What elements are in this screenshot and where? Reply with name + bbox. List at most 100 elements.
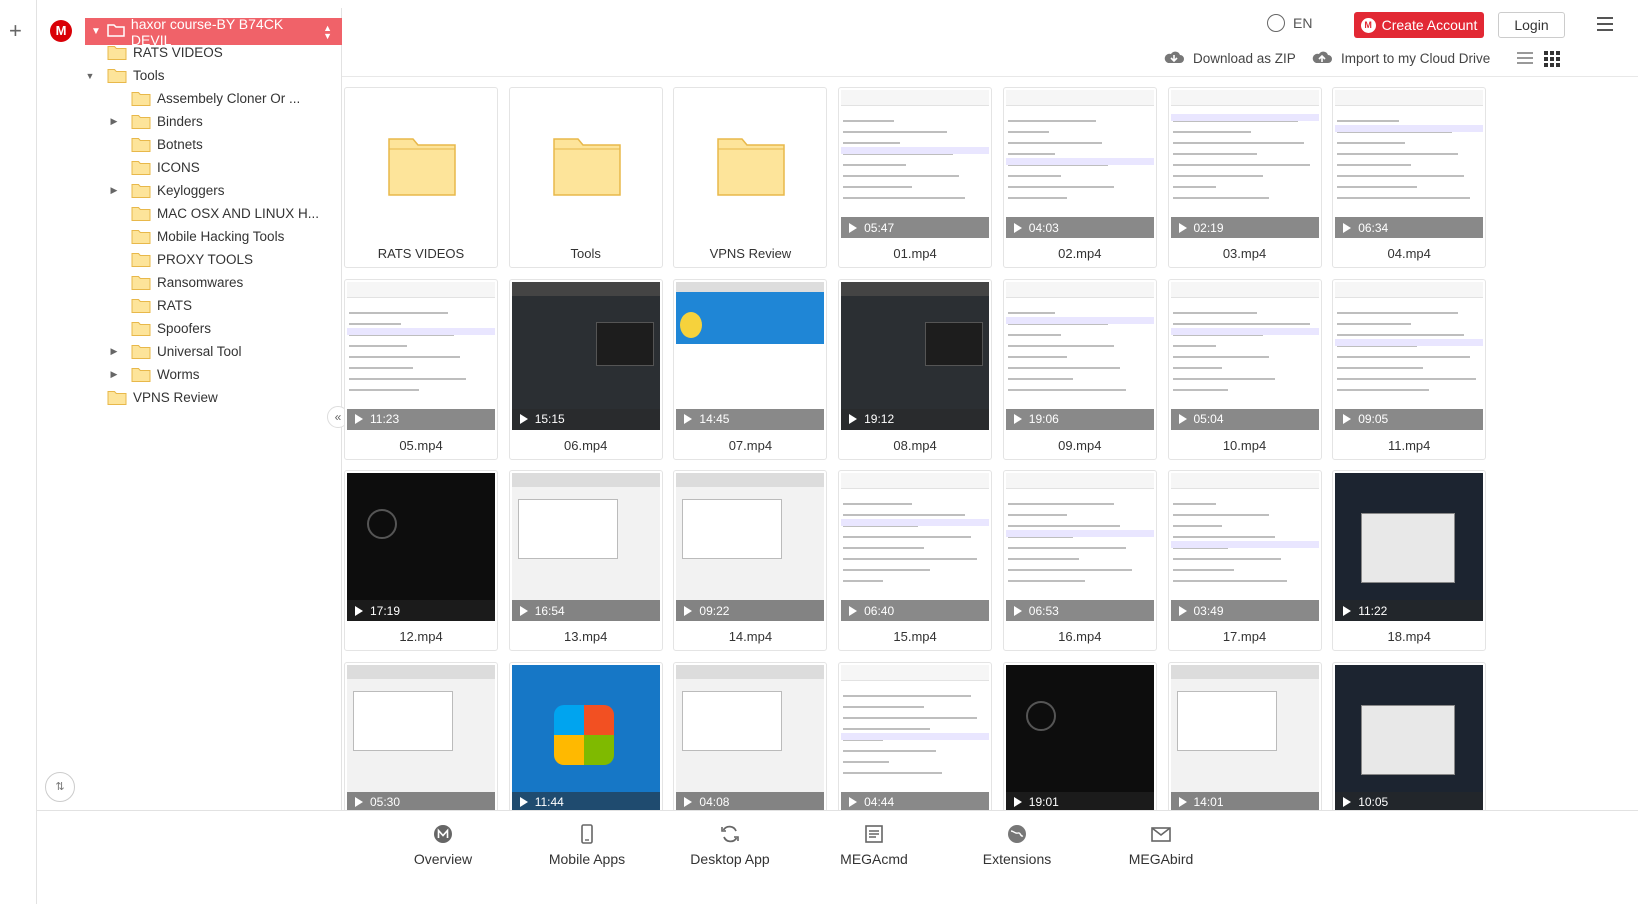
- video-card[interactable]: 17:19 12.mp4: [344, 470, 498, 651]
- mega-folder-app: + M ▼ haxor course-BY B74CK DEVIL ▲ ▼ RAT…: [0, 0, 1638, 904]
- tree-item[interactable]: RATS VIDEOS: [107, 41, 223, 64]
- sync-toggle-button[interactable]: ⇅: [45, 772, 75, 802]
- create-account-button[interactable]: M Create Account: [1354, 12, 1484, 38]
- video-card[interactable]: 04:03 02.mp4: [1002, 87, 1157, 268]
- video-card[interactable]: 10:05: [1332, 661, 1487, 810]
- video-card[interactable]: 19:12 08.mp4: [838, 278, 993, 460]
- folder-icon: [131, 229, 151, 244]
- video-card[interactable]: 09:22 14.mp4: [673, 470, 828, 651]
- video-duration: 17:19: [370, 603, 401, 618]
- folder-icon: [131, 275, 151, 290]
- tree-item[interactable]: ▶ Universal Tool: [111, 340, 242, 363]
- tree-item[interactable]: ICONS: [131, 156, 200, 179]
- bottom-nav-item[interactable]: Overview: [393, 823, 493, 867]
- menu-icon[interactable]: [1597, 17, 1613, 31]
- video-card[interactable]: 16:54 13.mp4: [508, 470, 663, 651]
- tree-item[interactable]: ▼ Tools: [86, 64, 165, 87]
- tree-item[interactable]: PROXY TOOLS: [131, 248, 253, 271]
- tree-item[interactable]: Botnets: [131, 133, 203, 156]
- item-name: 07.mp4: [728, 437, 773, 453]
- language-selector[interactable]: EN: [1267, 14, 1312, 32]
- video-card[interactable]: 19:06 09.mp4: [1002, 278, 1157, 460]
- divider: [342, 76, 1638, 77]
- video-card[interactable]: 02:19 03.mp4: [1167, 87, 1322, 268]
- tree-item-label: PROXY TOOLS: [157, 252, 254, 267]
- video-card[interactable]: 19:01: [1002, 661, 1157, 810]
- video-card[interactable]: 06:34 04.mp4: [1332, 87, 1487, 268]
- video-card[interactable]: 15:15 06.mp4: [508, 278, 663, 460]
- video-card[interactable]: 03:49 17.mp4: [1167, 470, 1322, 651]
- expand-arrow-icon[interactable]: ▼: [83, 71, 97, 81]
- mega-logo[interactable]: M: [50, 20, 72, 42]
- video-duration: 19:12: [864, 412, 895, 426]
- bottom-nav-item[interactable]: MEGAcmd: [824, 823, 924, 867]
- folder-icon: [552, 133, 622, 202]
- video-duration-bar: 11:44: [511, 791, 660, 810]
- tree-item[interactable]: Mobile Hacking Tools: [131, 225, 284, 248]
- tree-item[interactable]: ▶ Worms: [111, 363, 200, 386]
- video-duration: 14:45: [699, 412, 730, 426]
- expand-caret-icon[interactable]: ▼: [91, 26, 101, 37]
- language-label: EN: [1293, 15, 1313, 31]
- expand-arrow-icon[interactable]: ▶: [107, 116, 121, 127]
- import-cloud-button[interactable]: Import to my Cloud Drive: [1312, 50, 1490, 66]
- bottom-nav-item[interactable]: Extensions: [967, 823, 1067, 867]
- video-card[interactable]: 14:45 07.mp4: [673, 278, 828, 460]
- tree-item-label: Tools: [133, 68, 165, 83]
- video-duration: 03:49: [1193, 603, 1224, 618]
- video-card[interactable]: 04:08: [673, 661, 828, 810]
- video-card[interactable]: 05:47 01.mp4: [838, 87, 993, 268]
- video-card[interactable]: 06:53 16.mp4: [1002, 470, 1157, 651]
- video-card[interactable]: 06:40 15.mp4: [838, 470, 993, 651]
- folder-tree-panel: M ▼ haxor course-BY B74CK DEVIL ▲ ▼ RATS …: [37, 8, 349, 846]
- folder-icon: [131, 367, 151, 382]
- video-thumbnail: 15:15: [511, 281, 660, 430]
- login-button[interactable]: Login: [1498, 12, 1565, 38]
- tree-item[interactable]: MAC OSX AND LINUX H...: [131, 202, 319, 225]
- tree-item[interactable]: ▶ Binders: [111, 110, 203, 133]
- import-cloud-label: Import to my Cloud Drive: [1341, 50, 1491, 66]
- tree-item[interactable]: ▶ Keyloggers: [111, 179, 225, 202]
- bottom-nav-item[interactable]: Mobile Apps: [537, 823, 637, 867]
- folder-icon: [131, 252, 151, 267]
- tree-item[interactable]: Ransomwares: [131, 271, 243, 294]
- grid-view-icon[interactable]: [1544, 51, 1560, 67]
- sort-icon[interactable]: ▲ ▼: [323, 23, 332, 40]
- play-icon: [684, 797, 693, 807]
- video-card[interactable]: 11:44: [508, 661, 663, 810]
- video-card[interactable]: 11:22 18.mp4: [1332, 470, 1487, 651]
- folder-card[interactable]: RATS VIDEOS: [344, 87, 498, 268]
- bottom-nav-item[interactable]: MEGAbird: [1111, 823, 1211, 867]
- item-name: 10.mp4: [1222, 437, 1267, 453]
- video-card[interactable]: 05:04 10.mp4: [1167, 278, 1322, 460]
- video-card[interactable]: 04:44: [838, 661, 993, 810]
- bottom-nav-item[interactable]: Desktop App: [680, 823, 780, 867]
- video-card[interactable]: 09:05 11.mp4: [1332, 278, 1487, 460]
- item-name: RATS VIDEOS: [377, 246, 465, 261]
- tree-item[interactable]: Spoofers: [131, 317, 211, 340]
- video-duration: 11:22: [1358, 603, 1388, 618]
- expand-arrow-icon[interactable]: ▶: [107, 369, 121, 380]
- video-duration: 10:05: [1358, 795, 1389, 809]
- tree-item[interactable]: Assembely Cloner Or ...: [131, 87, 300, 110]
- folder-icon: [131, 137, 151, 152]
- item-name: 04.mp4: [1387, 246, 1431, 261]
- add-icon[interactable]: +: [9, 20, 22, 42]
- tree-item-label: Worms: [157, 367, 200, 382]
- download-zip-button[interactable]: Download as ZIP: [1164, 50, 1296, 66]
- video-duration-bar: 03:49: [1170, 600, 1319, 621]
- video-card[interactable]: 14:01: [1167, 661, 1322, 810]
- play-icon: [1343, 414, 1352, 424]
- tree-item[interactable]: VPNS Review: [107, 386, 218, 409]
- folder-card[interactable]: VPNS Review: [673, 87, 828, 268]
- video-card[interactable]: 11:23 05.mp4: [344, 278, 498, 460]
- tree-item[interactable]: RATS: [131, 294, 192, 317]
- bottom-nav-label: MEGAbird: [1128, 851, 1194, 867]
- expand-arrow-icon[interactable]: ▶: [107, 185, 121, 196]
- folder-card[interactable]: Tools: [508, 87, 663, 268]
- expand-arrow-icon[interactable]: ▶: [107, 346, 121, 357]
- item-name: 06.mp4: [564, 437, 608, 453]
- video-card[interactable]: 05:30: [344, 661, 498, 810]
- list-view-icon[interactable]: [1517, 52, 1533, 66]
- item-name: 12.mp4: [399, 629, 443, 644]
